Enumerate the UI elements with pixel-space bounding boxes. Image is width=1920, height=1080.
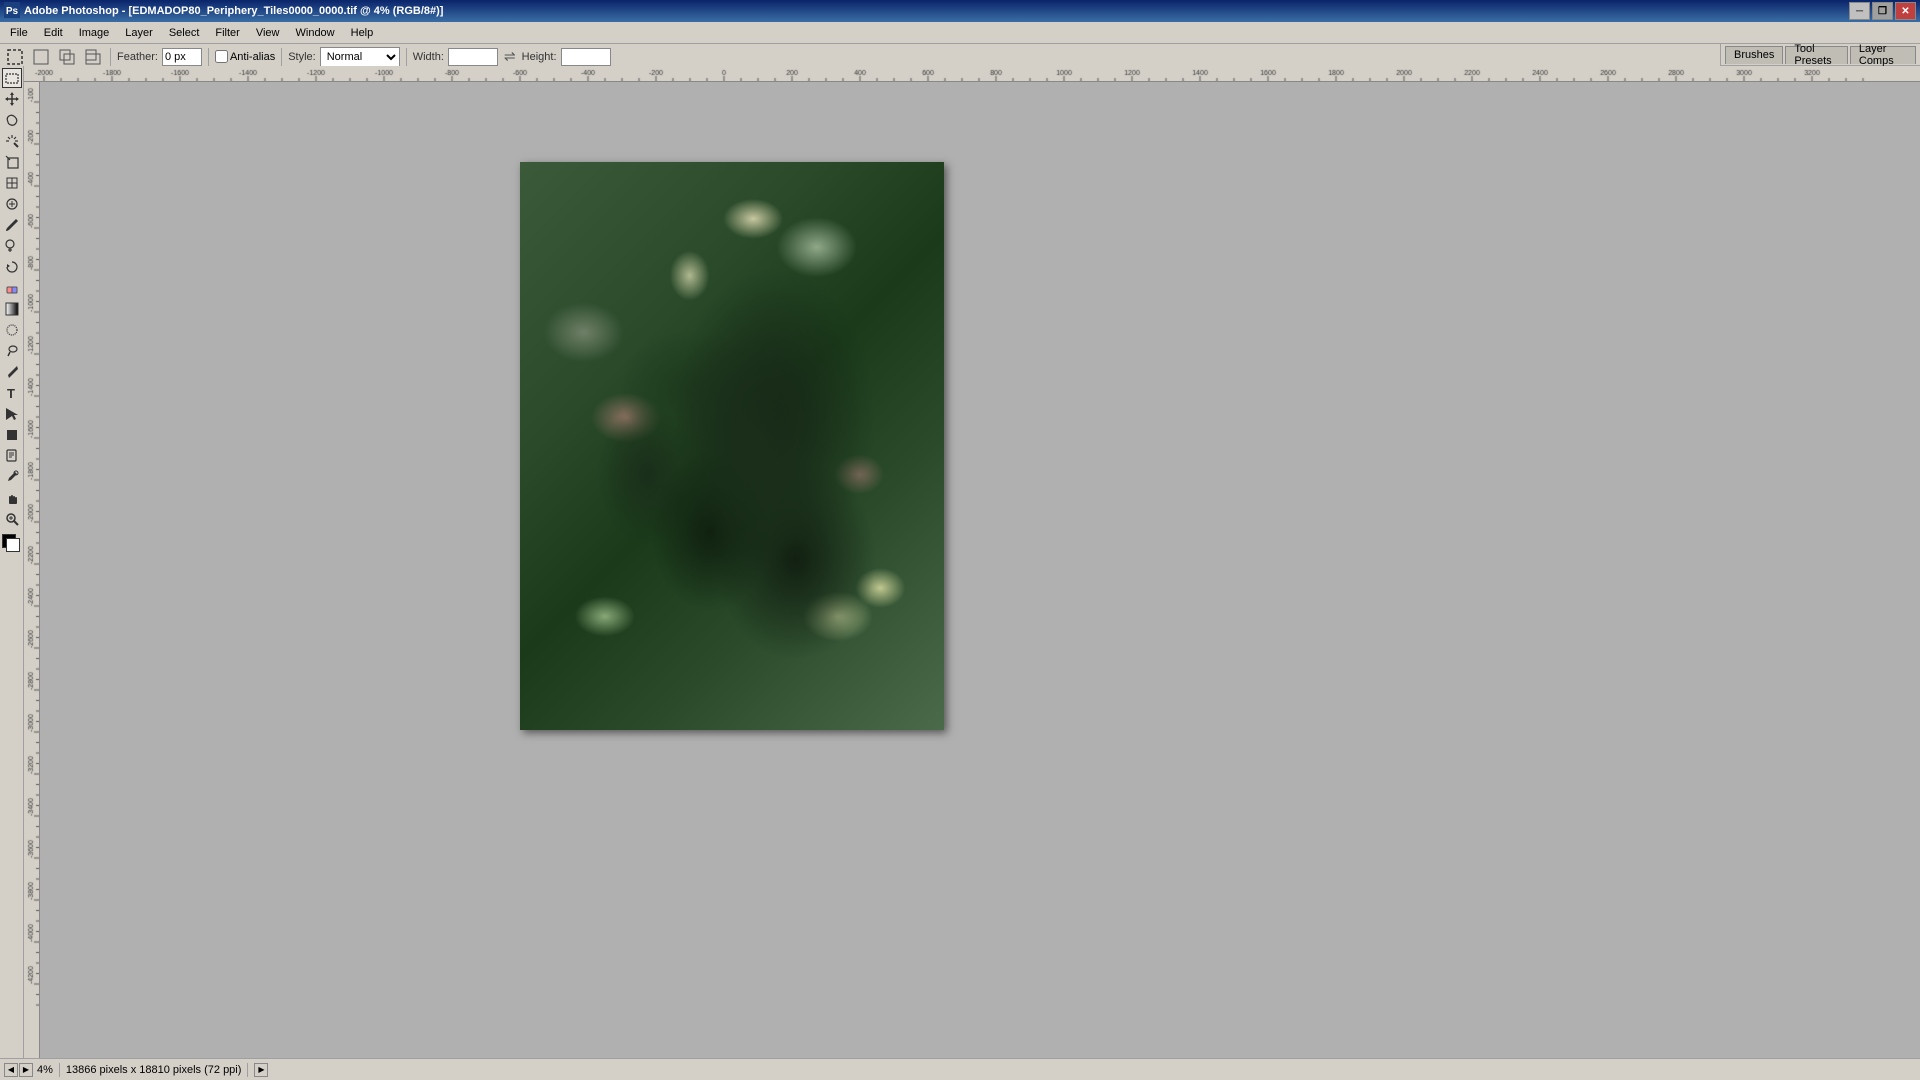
title-bar-controls[interactable]: ─ ❐ ✕	[1849, 2, 1916, 20]
menu-help[interactable]: Help	[343, 23, 382, 43]
width-input[interactable]	[448, 48, 498, 66]
tool-slice[interactable]	[2, 173, 22, 193]
toolbar-sep-1	[110, 48, 111, 66]
status-nav[interactable]: ◀ ▶	[4, 1063, 33, 1077]
tool-magic-wand[interactable]	[2, 131, 22, 151]
tab-tool-presets[interactable]: Tool Presets	[1785, 46, 1848, 64]
height-input[interactable]	[561, 48, 611, 66]
menu-window[interactable]: Window	[288, 23, 343, 43]
menu-file[interactable]: File	[2, 23, 36, 43]
toolbar-new-selection[interactable]	[30, 46, 52, 68]
tool-history-brush[interactable]	[2, 257, 22, 277]
tool-move[interactable]	[2, 89, 22, 109]
title-bar: Ps Adobe Photoshop - [EDMADOP80_Peripher…	[0, 0, 1920, 22]
style-label: Style:	[288, 51, 316, 63]
menu-filter[interactable]: Filter	[207, 23, 247, 43]
svg-text:Ps: Ps	[6, 6, 19, 17]
tool-dodge[interactable]	[2, 341, 22, 361]
menu-view[interactable]: View	[248, 23, 288, 43]
title-text: Adobe Photoshop - [EDMADOP80_Periphery_T…	[24, 5, 443, 17]
ruler-top	[24, 66, 1920, 82]
tool-type[interactable]: T	[2, 383, 22, 403]
document-canvas	[520, 162, 944, 730]
svg-text:T: T	[7, 386, 15, 401]
status-sep2	[247, 1063, 248, 1077]
menu-edit[interactable]: Edit	[36, 23, 71, 43]
tool-notes[interactable]	[2, 446, 22, 466]
antialias-label[interactable]: Anti-alias	[215, 50, 275, 63]
antialias-checkbox[interactable]	[215, 50, 228, 63]
menu-image[interactable]: Image	[71, 23, 118, 43]
toolbar-sep-3	[281, 48, 282, 66]
tool-hand[interactable]	[2, 488, 22, 508]
tool-brush[interactable]	[2, 215, 22, 235]
toolbar-sep-4	[406, 48, 407, 66]
tool-crop[interactable]	[2, 152, 22, 172]
status-forward-btn[interactable]: ▶	[254, 1063, 268, 1077]
toolbar-add-selection[interactable]	[56, 46, 78, 68]
tool-eraser[interactable]	[2, 278, 22, 298]
image-info: 13866 pixels x 18810 pixels (72 ppi)	[66, 1064, 242, 1076]
satellite-image	[520, 162, 944, 730]
menu-select[interactable]: Select	[161, 23, 208, 43]
menu-bar: File Edit Image Layer Select Filter View…	[0, 22, 1920, 44]
style-select[interactable]: Normal Fixed Ratio Fixed Size	[320, 47, 400, 67]
app-icon: Ps	[4, 2, 20, 21]
title-bar-left: Ps Adobe Photoshop - [EDMADOP80_Peripher…	[4, 2, 443, 21]
toolbar-tool-icon[interactable]	[4, 46, 26, 68]
status-bar: ◀ ▶ 4% 13866 pixels x 18810 pixels (72 p…	[0, 1058, 1920, 1080]
zoom-level: 4%	[37, 1064, 53, 1076]
menu-layer[interactable]: Layer	[117, 23, 161, 43]
toolbar-sep-2	[208, 48, 209, 66]
tool-clone-stamp[interactable]	[2, 236, 22, 256]
tab-layer-comps[interactable]: Layer Comps	[1850, 46, 1916, 64]
tool-lasso[interactable]	[2, 110, 22, 130]
tool-eyedropper[interactable]	[2, 467, 22, 487]
tool-pen[interactable]	[2, 362, 22, 382]
height-label: Height:	[522, 51, 557, 63]
left-toolbar: T	[0, 66, 24, 1058]
feather-label: Feather:	[117, 51, 158, 63]
status-sep	[59, 1063, 60, 1077]
width-label: Width:	[413, 51, 444, 63]
tool-shape[interactable]	[2, 425, 22, 445]
feather-input[interactable]	[162, 48, 202, 66]
tool-marquee[interactable]	[2, 68, 22, 88]
toolbar-subtract-selection[interactable]	[82, 46, 104, 68]
status-next-btn[interactable]: ▶	[19, 1063, 33, 1077]
options-panel: Brushes Tool Presets Layer Comps	[1720, 44, 1920, 66]
ruler-left	[24, 82, 40, 1058]
tool-path-selection[interactable]	[2, 404, 22, 424]
close-button[interactable]: ✕	[1895, 2, 1916, 20]
tool-healing-brush[interactable]	[2, 194, 22, 214]
minimize-button[interactable]: ─	[1849, 2, 1870, 20]
tool-blur[interactable]	[2, 320, 22, 340]
swap-icon[interactable]: ⇌	[504, 48, 516, 65]
tab-brushes[interactable]: Brushes	[1725, 46, 1783, 64]
foreground-color[interactable]	[2, 534, 22, 554]
canvas-area[interactable]	[40, 82, 1920, 1058]
status-prev-btn[interactable]: ◀	[4, 1063, 18, 1077]
tool-gradient[interactable]	[2, 299, 22, 319]
tool-zoom[interactable]	[2, 509, 22, 529]
restore-button[interactable]: ❐	[1872, 2, 1893, 20]
